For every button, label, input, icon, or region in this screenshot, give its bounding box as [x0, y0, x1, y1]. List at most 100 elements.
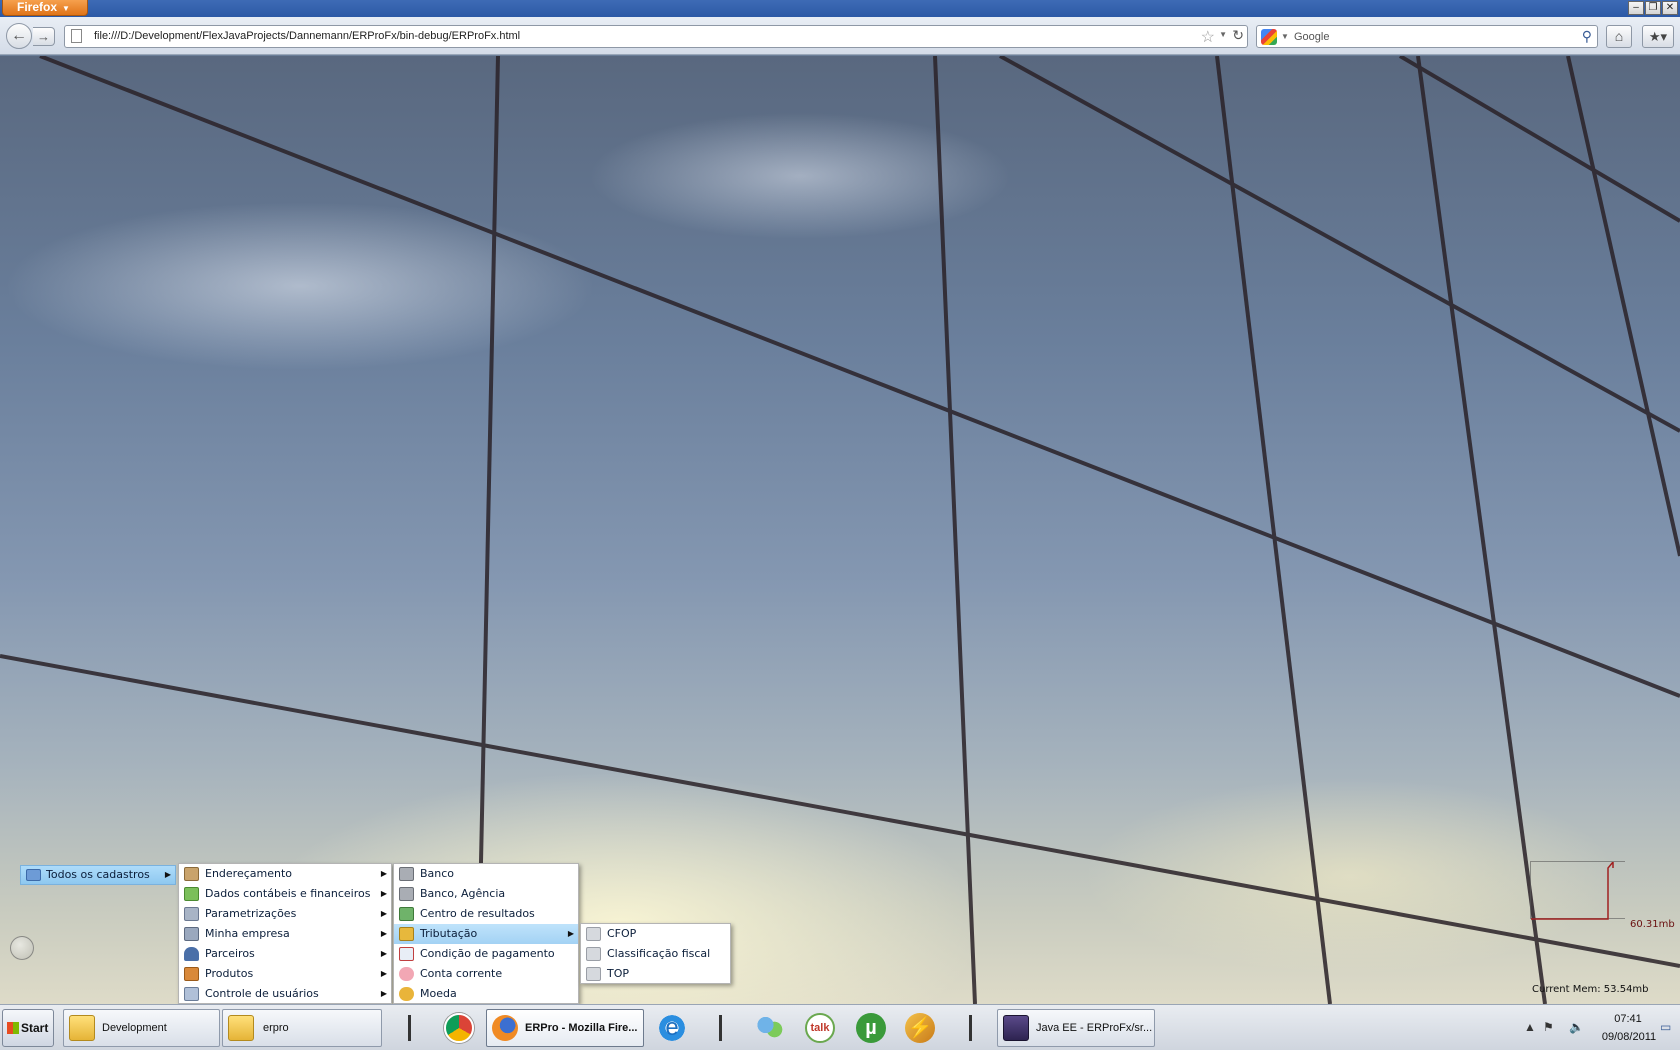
menu-item-centro-resultados[interactable]: Centro de resultados — [394, 904, 578, 924]
google-icon[interactable] — [1261, 29, 1277, 45]
internet-explorer-icon[interactable]: e — [657, 1013, 687, 1043]
menu-item-label: Moeda — [420, 987, 457, 1000]
menu-item-minha-empresa[interactable]: Minha empresa ▶ — [179, 924, 391, 944]
users-icon — [184, 987, 199, 1001]
menu-item-classificacao-fiscal[interactable]: Classificação fiscal — [581, 944, 730, 964]
task-firefox-erpro[interactable]: ERPro - Mozilla Fire... — [486, 1009, 644, 1047]
clock-date[interactable]: 09/08/2011 — [1599, 1031, 1659, 1043]
close-button[interactable]: ✕ — [1662, 1, 1678, 15]
submenu-arrow-icon: ▶ — [380, 949, 387, 958]
firefox-icon — [492, 1015, 518, 1041]
show-hidden-icons-icon[interactable]: ▲ — [1524, 1020, 1536, 1034]
memory-current-label: Current Mem: 53.54mb — [1532, 984, 1649, 995]
menu-item-cfop[interactable]: CFOP — [581, 924, 730, 944]
submenu-arrow-icon: ▶ — [380, 929, 387, 938]
restore-button[interactable]: ❐ — [1645, 1, 1661, 15]
menu-item-tributacao[interactable]: Tributação ▶ — [394, 924, 578, 944]
menu-item-moeda[interactable]: Moeda — [394, 984, 578, 1004]
winamp-icon[interactable]: ⚡ — [905, 1013, 935, 1043]
menu-item-label: Conta corrente — [420, 967, 503, 980]
task-label: ERPro - Mozilla Fire... — [525, 1022, 638, 1034]
menu-item-label: Parametrizações — [205, 907, 297, 920]
windows-logo-icon — [7, 1022, 19, 1034]
money-icon — [184, 887, 199, 901]
messenger-icon[interactable] — [755, 1013, 785, 1043]
menu-item-parametrizacoes[interactable]: Parametrizações ▶ — [179, 904, 391, 924]
menu-item-label: CFOP — [607, 927, 637, 940]
memory-peak-label: 60.31mb — [1630, 919, 1675, 930]
search-engine-dropdown-icon[interactable]: ▼ — [1281, 32, 1289, 41]
menu-item-condicao-pagamento[interactable]: Condição de pagamento — [394, 944, 578, 964]
start-button[interactable]: Start — [2, 1009, 54, 1047]
taskbar-separator — [719, 1015, 722, 1041]
flex-app-canvas: Todos os cadastros ▶ Endereçamento ▶ Dado… — [0, 56, 1680, 1004]
tax-icon — [399, 927, 414, 941]
url-text[interactable]: file:///D:/Development/FlexJavaProjects/… — [94, 30, 520, 42]
calendar-icon — [399, 947, 414, 961]
firefox-button-label: Firefox — [17, 0, 58, 14]
task-eclipse-java-ee[interactable]: Java EE - ERProFx/sr... — [997, 1009, 1155, 1047]
chrome-icon[interactable] — [444, 1013, 474, 1043]
utorrent-icon[interactable]: µ — [856, 1013, 886, 1043]
menu-item-dados-contabeis[interactable]: Dados contábeis e financeiros ▶ — [179, 884, 391, 904]
menu-item-label: Produtos — [205, 967, 254, 980]
menu-item-label: Banco — [420, 867, 455, 880]
menu-todos-os-cadastros[interactable]: Todos os cadastros ▶ — [20, 865, 176, 885]
folder-icon — [69, 1015, 95, 1041]
start-label: Start — [21, 1021, 49, 1035]
menu-item-label: Classificação fiscal — [607, 947, 711, 960]
search-placeholder[interactable]: Google — [1294, 31, 1329, 43]
page-icon — [71, 29, 82, 43]
person-icon — [184, 947, 199, 961]
bookmarks-button[interactable]: ★▾ — [1642, 25, 1674, 48]
search-icon[interactable]: ⚲ — [1582, 28, 1592, 45]
address-bar[interactable]: file:///D:/Development/FlexJavaProjects/… — [64, 25, 1248, 48]
minimize-button[interactable]: – — [1628, 1, 1644, 15]
window-frame-background-image — [0, 56, 1680, 1004]
menu-item-label: Endereçamento — [205, 867, 293, 880]
volume-icon[interactable]: 🔈 — [1569, 1020, 1584, 1034]
memory-graph — [1530, 859, 1625, 920]
firefox-menu-button[interactable]: Firefox ▼ — [2, 0, 88, 16]
search-bar[interactable]: ▼ Google ⚲ — [1256, 25, 1598, 48]
memory-graph-line — [1531, 859, 1614, 920]
menu-item-top[interactable]: TOP — [581, 964, 730, 984]
menu-item-label: Parceiros — [205, 947, 255, 960]
cube-icon — [586, 927, 601, 941]
menu-item-produtos[interactable]: Produtos ▶ — [179, 964, 391, 984]
box-icon — [184, 967, 199, 981]
menu-item-conta-corrente[interactable]: Conta corrente — [394, 964, 578, 984]
menu-item-label: Dados contábeis e financeiros — [205, 887, 371, 900]
menu-item-parceiros[interactable]: Parceiros ▶ — [179, 944, 391, 964]
bank-icon — [399, 887, 414, 901]
menu-item-banco-agencia[interactable]: Banco, Agência — [394, 884, 578, 904]
url-history-dropdown-icon[interactable]: ▼ — [1219, 30, 1227, 39]
forward-button[interactable]: → — [33, 27, 55, 46]
task-erpro-folder[interactable]: erpro — [222, 1009, 382, 1047]
submenu-arrow-icon: ▶ — [164, 870, 171, 879]
menu-item-label: Controle de usuários — [205, 987, 319, 1000]
reload-icon[interactable]: ↻ — [1232, 27, 1244, 44]
submenu-arrow-icon: ▶ — [567, 929, 574, 938]
piggy-bank-icon — [399, 967, 414, 981]
bookmark-star-icon[interactable]: ☆ — [1201, 27, 1215, 47]
submenu-arrow-icon: ▶ — [380, 989, 387, 998]
menu-item-enderecamento[interactable]: Endereçamento ▶ — [179, 864, 391, 884]
menu-root-label: Todos os cadastros — [46, 868, 150, 881]
google-talk-icon[interactable]: talk — [805, 1013, 835, 1043]
submenu-arrow-icon: ▶ — [380, 909, 387, 918]
task-label: Development — [102, 1022, 167, 1034]
folder-icon — [228, 1015, 254, 1041]
menu-item-banco[interactable]: Banco — [394, 864, 578, 884]
show-desktop-icon[interactable]: ▭ — [1660, 1020, 1671, 1034]
home-button[interactable]: ⌂ — [1606, 25, 1632, 48]
task-development-folder[interactable]: Development — [63, 1009, 220, 1047]
menu-item-controle-usuarios[interactable]: Controle de usuários ▶ — [179, 984, 391, 1004]
action-center-flag-icon[interactable]: ⚑ — [1543, 1020, 1554, 1034]
clock-time[interactable]: 07:41 — [1605, 1013, 1651, 1025]
org-chart-icon — [399, 907, 414, 921]
round-launcher-button[interactable] — [10, 936, 34, 960]
back-button[interactable]: ← — [6, 23, 32, 49]
settings-icon — [184, 907, 199, 921]
cube-icon — [586, 947, 601, 961]
